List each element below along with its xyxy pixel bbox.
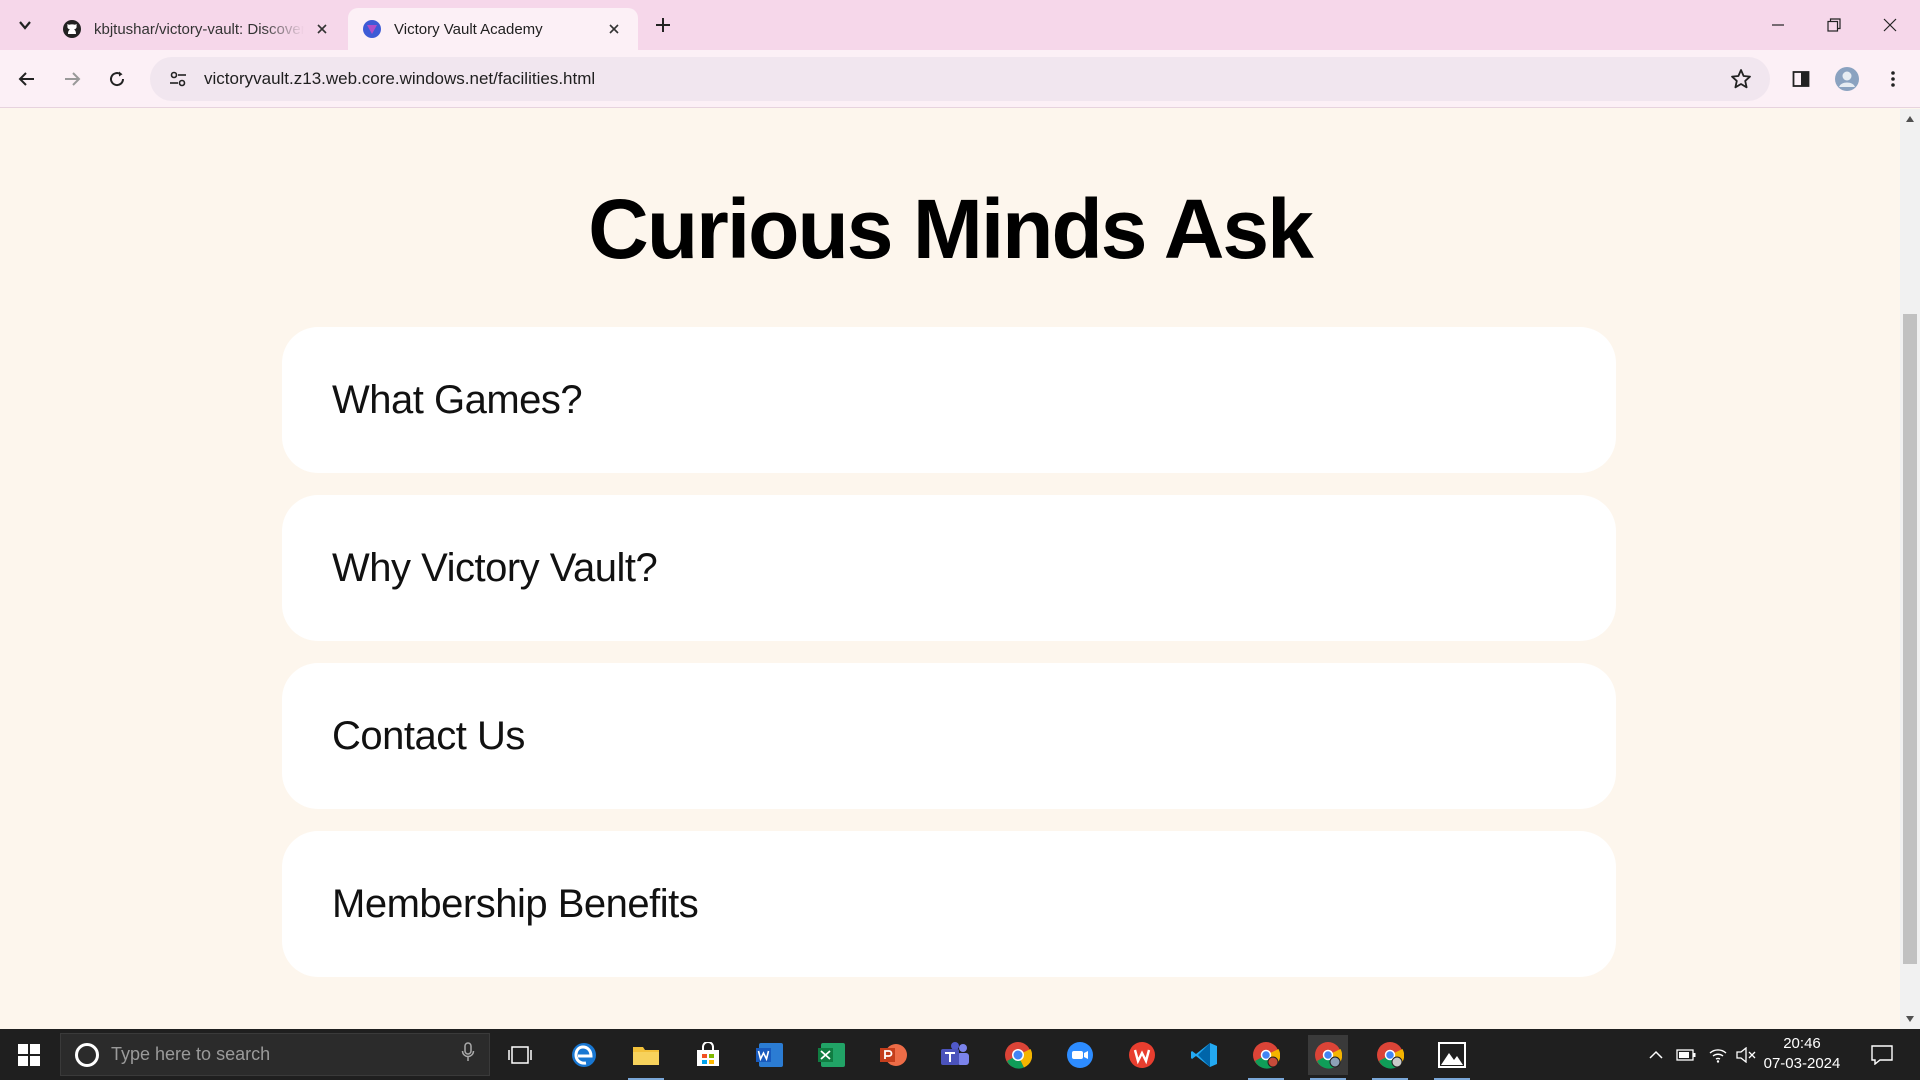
chrome-profile2-icon[interactable] [1370, 1035, 1410, 1080]
faq-item-what-games[interactable]: What Games? [282, 327, 1616, 473]
faq-question: What Games? [332, 377, 583, 422]
notifications-button[interactable] [1862, 1029, 1902, 1080]
arrow-right-icon [65, 72, 81, 86]
powerpoint-icon[interactable] [874, 1035, 914, 1075]
windows-taskbar: Type here to search 20:46 07-03-2024 [0, 1029, 1920, 1080]
clock-time: 20:46 [1783, 1035, 1821, 1052]
cortana-icon [75, 1042, 99, 1067]
windows-logo-icon [18, 1043, 40, 1066]
site-icon [362, 19, 382, 39]
restore-button[interactable] [1806, 0, 1862, 50]
minimize-icon [1772, 24, 1784, 26]
chevron-down-icon [19, 21, 31, 30]
chrome-icon[interactable] [998, 1035, 1038, 1075]
avatar-icon [1835, 67, 1859, 91]
side-panel-button[interactable] [1784, 62, 1818, 96]
excel-icon[interactable] [812, 1035, 852, 1075]
scrollbar-thumb[interactable] [1903, 314, 1917, 964]
word-icon[interactable] [750, 1035, 790, 1075]
forward-button[interactable] [55, 62, 89, 96]
faq-item-membership-benefits[interactable]: Membership Benefits [282, 831, 1616, 977]
restore-icon [1827, 18, 1841, 32]
file-explorer-icon[interactable] [626, 1035, 666, 1080]
url-text: victoryvault.z13.web.core.windows.net/fa… [204, 69, 596, 88]
faq-item-contact-us[interactable]: Contact Us [282, 663, 1616, 809]
faq-question: Why Victory Vault? [332, 545, 658, 590]
close-icon[interactable] [604, 19, 624, 39]
wps-icon[interactable] [1122, 1035, 1162, 1075]
profile-avatar[interactable] [1830, 62, 1864, 96]
site-info-icon[interactable] [158, 70, 198, 88]
tab-victory-vault[interactable]: Victory Vault Academy [348, 8, 638, 50]
arrow-left-icon [18, 72, 34, 86]
tab-strip: kbjtushar/victory-vault: Discover Victor… [0, 0, 1920, 50]
scroll-up-arrow-icon[interactable] [1900, 111, 1920, 127]
taskbar-clock[interactable]: 20:46 07-03-2024 [1752, 1034, 1852, 1074]
page-title: Curious Minds Ask [588, 182, 1314, 276]
vscode-icon[interactable] [1184, 1035, 1224, 1075]
tab-title: kbjtushar/victory-vault: Discover [94, 20, 304, 38]
back-button[interactable] [10, 62, 44, 96]
photos-icon[interactable] [1432, 1035, 1472, 1080]
tab-search-button[interactable] [10, 10, 40, 40]
task-view-icon[interactable] [500, 1035, 540, 1075]
zoom-icon[interactable] [1060, 1035, 1100, 1075]
wifi-icon[interactable] [1704, 1029, 1732, 1080]
chevron-up-icon [1649, 1050, 1663, 1059]
minimize-button[interactable] [1750, 0, 1806, 50]
teams-icon[interactable] [936, 1035, 976, 1075]
search-placeholder: Type here to search [111, 1044, 271, 1064]
address-bar[interactable]: victoryvault.z13.web.core.windows.net/fa… [150, 57, 1770, 101]
scroll-down-arrow-icon[interactable] [1900, 1011, 1920, 1027]
faq-question: Membership Benefits [332, 881, 699, 926]
reload-icon [110, 71, 125, 87]
chrome-profile-icon[interactable] [1246, 1035, 1286, 1080]
start-button[interactable] [0, 1029, 58, 1080]
store-icon[interactable] [688, 1035, 728, 1075]
chrome-active-icon[interactable] [1308, 1035, 1348, 1080]
tab-github[interactable]: kbjtushar/victory-vault: Discover [48, 8, 346, 50]
faq-question: Contact Us [332, 713, 525, 758]
page-viewport: Curious Minds Ask What Games? Why Victor… [0, 109, 1900, 1029]
side-panel-icon [1792, 71, 1810, 87]
close-window-button[interactable] [1862, 0, 1918, 50]
show-hidden-icons-button[interactable] [1644, 1029, 1668, 1080]
github-icon [62, 19, 82, 39]
reload-button[interactable] [100, 62, 134, 96]
plus-icon [656, 18, 670, 32]
notification-icon [1871, 1044, 1893, 1065]
taskbar-search-box[interactable]: Type here to search [60, 1033, 490, 1076]
clock-date: 07-03-2024 [1763, 1055, 1841, 1072]
new-tab-button[interactable] [648, 10, 678, 40]
bookmark-star-icon[interactable] [1730, 68, 1752, 95]
microphone-icon[interactable] [461, 1042, 475, 1067]
battery-icon[interactable] [1672, 1029, 1700, 1080]
page-scrollbar[interactable] [1900, 109, 1920, 1029]
more-vertical-icon [1891, 71, 1895, 87]
edge-icon[interactable] [564, 1035, 604, 1075]
tab-title: Victory Vault Academy [394, 20, 543, 38]
browser-toolbar: victoryvault.z13.web.core.windows.net/fa… [0, 50, 1920, 108]
close-icon[interactable] [312, 19, 332, 39]
close-icon [1883, 18, 1897, 32]
menu-button[interactable] [1876, 62, 1910, 96]
faq-item-why-victory-vault[interactable]: Why Victory Vault? [282, 495, 1616, 641]
